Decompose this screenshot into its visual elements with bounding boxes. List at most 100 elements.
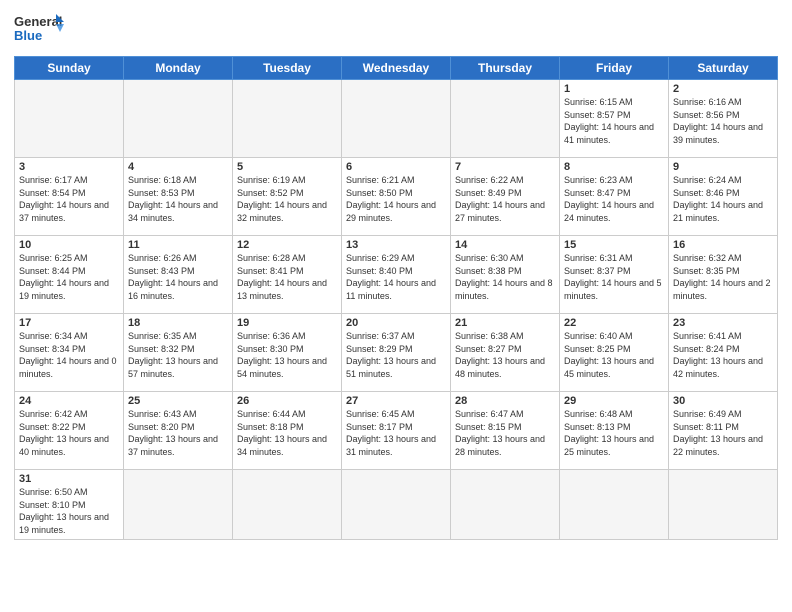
week-row-0: 1Sunrise: 6:15 AM Sunset: 8:57 PM Daylig… <box>15 80 778 158</box>
calendar-cell: 7Sunrise: 6:22 AM Sunset: 8:49 PM Daylig… <box>451 158 560 236</box>
day-info: Sunrise: 6:17 AM Sunset: 8:54 PM Dayligh… <box>19 174 119 224</box>
calendar-cell: 12Sunrise: 6:28 AM Sunset: 8:41 PM Dayli… <box>233 236 342 314</box>
day-number: 25 <box>128 395 228 407</box>
day-header-tuesday: Tuesday <box>233 57 342 80</box>
calendar-cell: 22Sunrise: 6:40 AM Sunset: 8:25 PM Dayli… <box>560 314 669 392</box>
day-number: 15 <box>564 239 664 251</box>
day-number: 23 <box>673 317 773 329</box>
calendar-cell: 24Sunrise: 6:42 AM Sunset: 8:22 PM Dayli… <box>15 392 124 470</box>
day-number: 31 <box>19 473 119 485</box>
day-info: Sunrise: 6:30 AM Sunset: 8:38 PM Dayligh… <box>455 252 555 302</box>
day-info: Sunrise: 6:37 AM Sunset: 8:29 PM Dayligh… <box>346 330 446 380</box>
calendar-cell <box>342 80 451 158</box>
calendar-cell: 13Sunrise: 6:29 AM Sunset: 8:40 PM Dayli… <box>342 236 451 314</box>
day-info: Sunrise: 6:18 AM Sunset: 8:53 PM Dayligh… <box>128 174 228 224</box>
calendar-cell: 25Sunrise: 6:43 AM Sunset: 8:20 PM Dayli… <box>124 392 233 470</box>
day-info: Sunrise: 6:49 AM Sunset: 8:11 PM Dayligh… <box>673 408 773 458</box>
day-number: 5 <box>237 161 337 173</box>
calendar-cell: 29Sunrise: 6:48 AM Sunset: 8:13 PM Dayli… <box>560 392 669 470</box>
week-row-5: 31Sunrise: 6:50 AM Sunset: 8:10 PM Dayli… <box>15 470 778 540</box>
day-info: Sunrise: 6:19 AM Sunset: 8:52 PM Dayligh… <box>237 174 337 224</box>
calendar-cell: 16Sunrise: 6:32 AM Sunset: 8:35 PM Dayli… <box>669 236 778 314</box>
calendar-cell: 30Sunrise: 6:49 AM Sunset: 8:11 PM Dayli… <box>669 392 778 470</box>
calendar-cell: 9Sunrise: 6:24 AM Sunset: 8:46 PM Daylig… <box>669 158 778 236</box>
day-info: Sunrise: 6:29 AM Sunset: 8:40 PM Dayligh… <box>346 252 446 302</box>
calendar-cell: 15Sunrise: 6:31 AM Sunset: 8:37 PM Dayli… <box>560 236 669 314</box>
day-header-thursday: Thursday <box>451 57 560 80</box>
day-number: 26 <box>237 395 337 407</box>
day-number: 14 <box>455 239 555 251</box>
week-row-4: 24Sunrise: 6:42 AM Sunset: 8:22 PM Dayli… <box>15 392 778 470</box>
day-number: 6 <box>346 161 446 173</box>
day-info: Sunrise: 6:16 AM Sunset: 8:56 PM Dayligh… <box>673 96 773 146</box>
calendar-cell: 27Sunrise: 6:45 AM Sunset: 8:17 PM Dayli… <box>342 392 451 470</box>
page: General Blue SundayMondayTuesdayWednesda… <box>0 0 792 612</box>
day-number: 3 <box>19 161 119 173</box>
calendar-cell: 19Sunrise: 6:36 AM Sunset: 8:30 PM Dayli… <box>233 314 342 392</box>
day-info: Sunrise: 6:32 AM Sunset: 8:35 PM Dayligh… <box>673 252 773 302</box>
day-info: Sunrise: 6:45 AM Sunset: 8:17 PM Dayligh… <box>346 408 446 458</box>
day-number: 8 <box>564 161 664 173</box>
calendar-cell <box>451 470 560 540</box>
svg-text:General: General <box>14 14 62 29</box>
generalblue-logo: General Blue <box>14 10 64 48</box>
day-number: 24 <box>19 395 119 407</box>
calendar-cell: 17Sunrise: 6:34 AM Sunset: 8:34 PM Dayli… <box>15 314 124 392</box>
day-info: Sunrise: 6:50 AM Sunset: 8:10 PM Dayligh… <box>19 486 119 536</box>
day-number: 1 <box>564 83 664 95</box>
day-info: Sunrise: 6:34 AM Sunset: 8:34 PM Dayligh… <box>19 330 119 380</box>
day-number: 9 <box>673 161 773 173</box>
week-row-1: 3Sunrise: 6:17 AM Sunset: 8:54 PM Daylig… <box>15 158 778 236</box>
day-number: 13 <box>346 239 446 251</box>
calendar-table: SundayMondayTuesdayWednesdayThursdayFrid… <box>14 56 778 540</box>
calendar-cell: 5Sunrise: 6:19 AM Sunset: 8:52 PM Daylig… <box>233 158 342 236</box>
day-header-monday: Monday <box>124 57 233 80</box>
calendar-cell <box>124 80 233 158</box>
day-number: 28 <box>455 395 555 407</box>
calendar-cell: 28Sunrise: 6:47 AM Sunset: 8:15 PM Dayli… <box>451 392 560 470</box>
day-info: Sunrise: 6:31 AM Sunset: 8:37 PM Dayligh… <box>564 252 664 302</box>
day-info: Sunrise: 6:22 AM Sunset: 8:49 PM Dayligh… <box>455 174 555 224</box>
calendar-cell: 10Sunrise: 6:25 AM Sunset: 8:44 PM Dayli… <box>15 236 124 314</box>
day-info: Sunrise: 6:44 AM Sunset: 8:18 PM Dayligh… <box>237 408 337 458</box>
day-number: 2 <box>673 83 773 95</box>
day-number: 21 <box>455 317 555 329</box>
logo: General Blue <box>14 10 64 48</box>
day-number: 18 <box>128 317 228 329</box>
day-info: Sunrise: 6:47 AM Sunset: 8:15 PM Dayligh… <box>455 408 555 458</box>
day-info: Sunrise: 6:36 AM Sunset: 8:30 PM Dayligh… <box>237 330 337 380</box>
svg-text:Blue: Blue <box>14 28 42 43</box>
calendar-cell: 14Sunrise: 6:30 AM Sunset: 8:38 PM Dayli… <box>451 236 560 314</box>
day-info: Sunrise: 6:40 AM Sunset: 8:25 PM Dayligh… <box>564 330 664 380</box>
day-number: 16 <box>673 239 773 251</box>
calendar-cell: 21Sunrise: 6:38 AM Sunset: 8:27 PM Dayli… <box>451 314 560 392</box>
day-info: Sunrise: 6:21 AM Sunset: 8:50 PM Dayligh… <box>346 174 446 224</box>
day-header-saturday: Saturday <box>669 57 778 80</box>
day-info: Sunrise: 6:48 AM Sunset: 8:13 PM Dayligh… <box>564 408 664 458</box>
calendar-cell: 18Sunrise: 6:35 AM Sunset: 8:32 PM Dayli… <box>124 314 233 392</box>
calendar-cell <box>15 80 124 158</box>
day-number: 7 <box>455 161 555 173</box>
week-row-3: 17Sunrise: 6:34 AM Sunset: 8:34 PM Dayli… <box>15 314 778 392</box>
day-number: 10 <box>19 239 119 251</box>
day-number: 30 <box>673 395 773 407</box>
calendar-cell: 26Sunrise: 6:44 AM Sunset: 8:18 PM Dayli… <box>233 392 342 470</box>
day-info: Sunrise: 6:15 AM Sunset: 8:57 PM Dayligh… <box>564 96 664 146</box>
calendar-cell: 4Sunrise: 6:18 AM Sunset: 8:53 PM Daylig… <box>124 158 233 236</box>
day-info: Sunrise: 6:41 AM Sunset: 8:24 PM Dayligh… <box>673 330 773 380</box>
day-info: Sunrise: 6:28 AM Sunset: 8:41 PM Dayligh… <box>237 252 337 302</box>
calendar-cell <box>124 470 233 540</box>
calendar-cell <box>342 470 451 540</box>
calendar-cell: 1Sunrise: 6:15 AM Sunset: 8:57 PM Daylig… <box>560 80 669 158</box>
calendar-cell: 6Sunrise: 6:21 AM Sunset: 8:50 PM Daylig… <box>342 158 451 236</box>
calendar-cell: 11Sunrise: 6:26 AM Sunset: 8:43 PM Dayli… <box>124 236 233 314</box>
calendar-header-row: SundayMondayTuesdayWednesdayThursdayFrid… <box>15 57 778 80</box>
day-info: Sunrise: 6:38 AM Sunset: 8:27 PM Dayligh… <box>455 330 555 380</box>
day-header-wednesday: Wednesday <box>342 57 451 80</box>
day-number: 22 <box>564 317 664 329</box>
calendar-cell <box>233 470 342 540</box>
day-info: Sunrise: 6:25 AM Sunset: 8:44 PM Dayligh… <box>19 252 119 302</box>
day-header-sunday: Sunday <box>15 57 124 80</box>
day-number: 27 <box>346 395 446 407</box>
day-info: Sunrise: 6:26 AM Sunset: 8:43 PM Dayligh… <box>128 252 228 302</box>
